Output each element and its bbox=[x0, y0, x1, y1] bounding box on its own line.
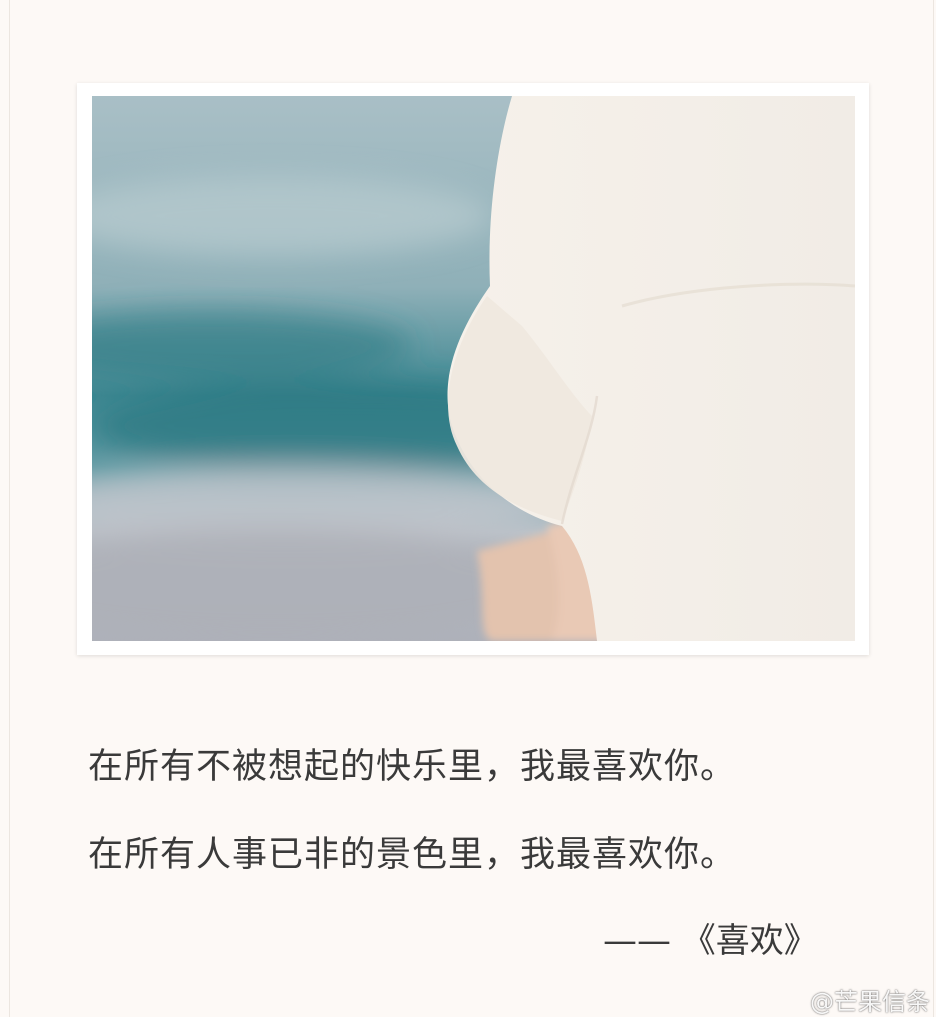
poem-line-2: 在所有人事已非的景色里，我最喜欢你。 bbox=[88, 835, 737, 875]
photo[interactable] bbox=[92, 96, 855, 641]
poem-line-1: 在所有不被想起的快乐里，我最喜欢你。 bbox=[88, 747, 737, 787]
watermark: @芒果信条 bbox=[810, 988, 930, 1016]
poem-attribution: —— 《喜欢》 bbox=[603, 921, 818, 961]
photo-image bbox=[92, 96, 855, 641]
